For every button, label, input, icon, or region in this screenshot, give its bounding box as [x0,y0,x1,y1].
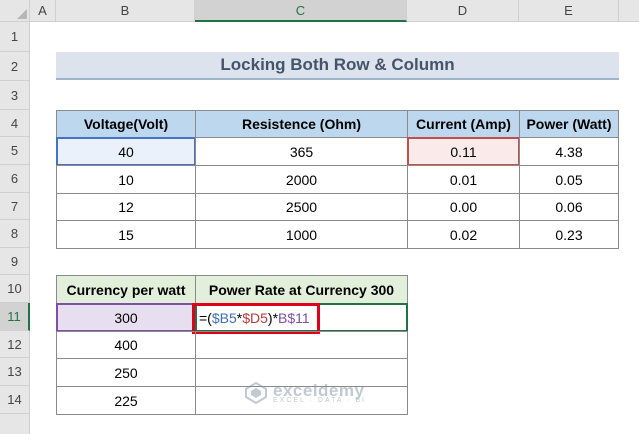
table1-cell-c8[interactable]: 1000 [195,220,408,249]
table1-header-current[interactable]: Current (Amp) [407,110,520,138]
table1-cell-d5[interactable]: 0.11 [407,137,520,166]
table1-cell-d8[interactable]: 0.02 [407,220,520,249]
row-header-4[interactable]: 4 [0,110,30,137]
column-header-d[interactable]: D [407,0,519,22]
table2-cell-b13[interactable]: 250 [56,358,196,387]
sheet-title[interactable]: Locking Both Row & Column [56,52,619,80]
table1-cell-b6[interactable]: 10 [56,165,196,194]
table1-cell-d6[interactable]: 0.01 [407,165,520,194]
select-all-corner[interactable] [0,0,30,22]
table1-cell-e7[interactable]: 0.06 [519,193,619,221]
row-header-8[interactable]: 8 [0,220,30,248]
row-header-6[interactable]: 6 [0,165,30,193]
row-header-1[interactable]: 1 [0,22,30,52]
table1-cell-b8[interactable]: 15 [56,220,196,249]
table2-header-power-rate[interactable]: Power Rate at Currency 300 [195,275,408,304]
table1-cell-b5[interactable]: 40 [56,137,196,166]
column-header-e[interactable]: E [519,0,619,22]
table1-cell-d7[interactable]: 0.00 [407,193,520,221]
table2-cell-c12[interactable] [195,331,408,359]
table1-cell-e5[interactable]: 4.38 [519,137,619,166]
row-header-13[interactable]: 13 [0,358,30,386]
table1-header-voltage[interactable]: Voltage(Volt) [56,110,196,138]
column-header-f[interactable] [619,0,639,22]
table1-cell-c7[interactable]: 2500 [195,193,408,221]
column-header-b[interactable]: B [56,0,195,22]
column-header-a[interactable]: A [30,0,56,22]
table1-cell-e8[interactable]: 0.23 [519,220,619,249]
table2-cell-b12[interactable]: 400 [56,331,196,359]
watermark-tagline: EXCEL · DATA · BI [273,397,366,404]
table2-cell-b11[interactable]: 300 [56,303,196,332]
table1-cell-c6[interactable]: 2000 [195,165,408,194]
table1-cell-e6[interactable]: 0.05 [519,165,619,194]
row-header-11[interactable]: 11 [0,303,30,331]
row-header-14[interactable]: 14 [0,386,30,414]
table1-header-resistence[interactable]: Resistence (Ohm) [195,110,408,138]
table2-header-currency[interactable]: Currency per watt [56,275,196,304]
formula-highlight-box [192,303,320,334]
row-header-12[interactable]: 12 [0,331,30,358]
table2-cell-b14[interactable]: 225 [56,386,196,415]
row-header-10[interactable]: 10 [0,275,30,303]
column-header-c[interactable]: C [195,0,407,22]
row-header-3[interactable]: 3 [0,81,30,110]
row-header-9[interactable]: 9 [0,248,30,275]
table1-header-power[interactable]: Power (Watt) [519,110,619,138]
table1-cell-b7[interactable]: 12 [56,193,196,221]
row-header-15[interactable] [0,414,30,434]
row-header-5[interactable]: 5 [0,137,30,165]
row-header-7[interactable]: 7 [0,193,30,220]
row-header-2[interactable]: 2 [0,52,30,81]
exceldemy-logo-icon [245,382,267,404]
exceldemy-watermark: exceldemy EXCEL · DATA · BI [245,382,366,404]
table1-cell-c5[interactable]: 365 [195,137,408,166]
